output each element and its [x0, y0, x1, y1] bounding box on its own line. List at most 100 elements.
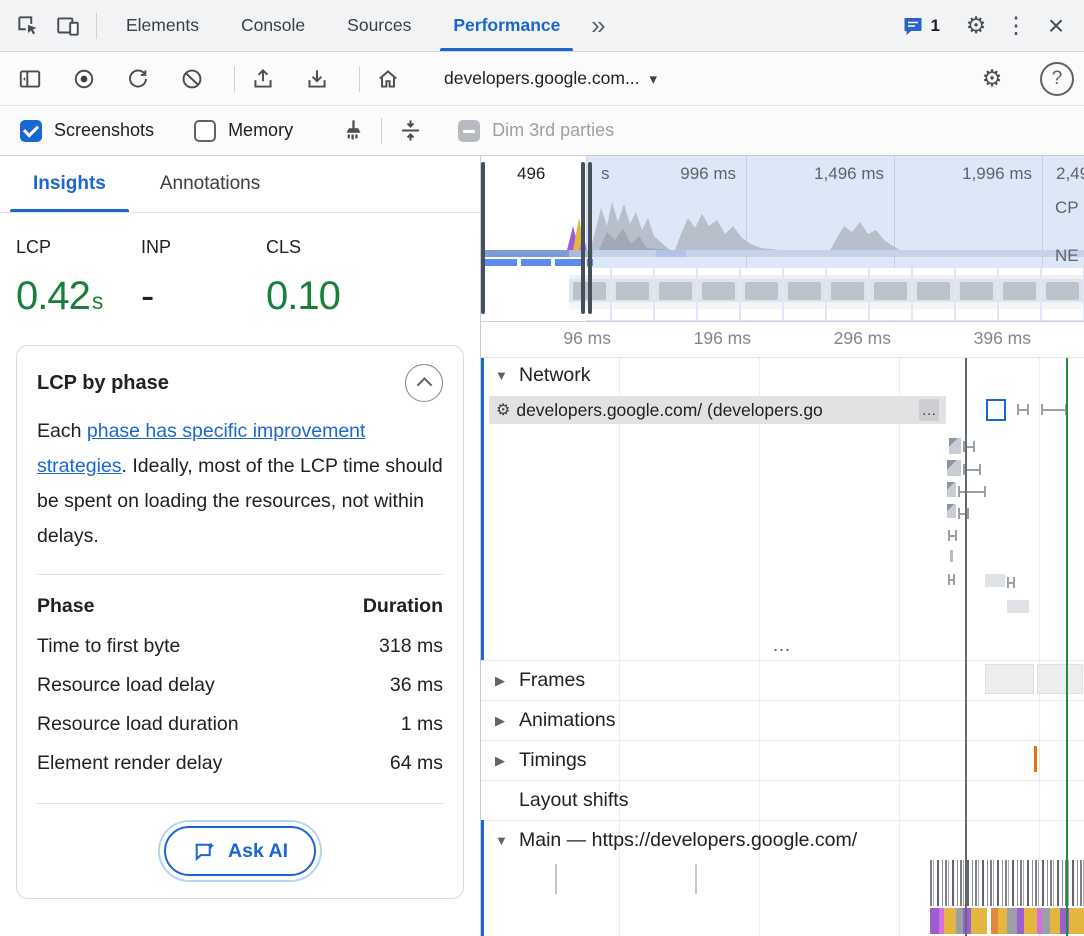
- filmstrip-thumb[interactable]: [956, 268, 997, 320]
- screenshots-checkbox[interactable]: [20, 120, 42, 142]
- upload-profile-icon[interactable]: [243, 59, 283, 99]
- filmstrip-thumb[interactable]: [741, 268, 782, 320]
- sidebar-tab-annotations[interactable]: Annotations: [133, 156, 287, 212]
- capture-settings-gear-icon[interactable]: ⚙: [972, 59, 1012, 99]
- filmstrip-thumb[interactable]: [612, 268, 653, 320]
- network-track-accent: [481, 358, 484, 660]
- triangle-down-icon: ▼: [495, 368, 509, 383]
- network-request-bar[interactable]: [1007, 577, 1015, 588]
- network-request-bar[interactable]: [950, 550, 953, 562]
- network-request-row: ⚙ developers.google.com/ (developers.go …: [481, 392, 1084, 428]
- more-tabs-icon[interactable]: »: [581, 6, 615, 46]
- track-layout[interactable]: Layout shifts: [481, 780, 1084, 820]
- track-animations[interactable]: ▶Animations: [481, 700, 1084, 740]
- settings-gear-icon[interactable]: ⚙: [956, 6, 996, 46]
- selection-right-handle[interactable]: [581, 162, 585, 314]
- network-request-bar[interactable]: [948, 574, 955, 585]
- track-resize-handle[interactable]: ⋯: [481, 640, 1084, 660]
- console-messages-button[interactable]: 1: [901, 14, 940, 38]
- phase-column-header: Phase: [37, 595, 94, 618]
- memory-checkbox[interactable]: [194, 120, 216, 142]
- metric-cls: CLS0.10: [266, 237, 391, 319]
- network-request-bar[interactable]: [949, 438, 961, 454]
- chevron-up-icon: [416, 377, 432, 393]
- kebab-menu-icon[interactable]: ⋮: [996, 6, 1036, 46]
- help-icon[interactable]: ?: [1040, 62, 1074, 96]
- main-activity-barcode[interactable]: [930, 860, 1084, 906]
- device-toolbar-icon[interactable]: [48, 6, 88, 46]
- performance-toolbar: developers.google.com... ▾ ⚙ ?: [0, 52, 1084, 106]
- flame-segment: [944, 908, 956, 934]
- close-icon[interactable]: ×: [1036, 6, 1076, 46]
- collapse-card-button[interactable]: [405, 364, 443, 402]
- network-request-bar[interactable]: [948, 530, 957, 541]
- timing-marker[interactable]: [1034, 746, 1037, 772]
- download-profile-icon[interactable]: [297, 59, 337, 99]
- network-request-bar[interactable]: [1007, 600, 1029, 613]
- tab-performance[interactable]: Performance: [432, 0, 581, 51]
- sidebar-tab-insights[interactable]: Insights: [6, 156, 133, 212]
- frame-thumbnail[interactable]: [1037, 664, 1083, 694]
- flame-segment: [1069, 908, 1084, 934]
- clear-icon[interactable]: [172, 59, 212, 99]
- page-select-dropdown[interactable]: developers.google.com... ▾: [444, 68, 657, 89]
- timeline-overview[interactable]: 496 s CP NE 996 ms1,496 ms1,996 ms2,49: [481, 156, 1084, 322]
- network-request-bar[interactable]: [1017, 404, 1029, 415]
- time-ruler: 96 ms196 ms296 ms396 ms: [481, 322, 1084, 358]
- card-description: Each phase has specific improvement stra…: [37, 414, 443, 554]
- filmstrip-thumb[interactable]: [870, 268, 911, 320]
- home-icon[interactable]: [368, 59, 408, 99]
- tab-sources[interactable]: Sources: [326, 0, 432, 51]
- network-request-bar[interactable]: [985, 574, 1005, 587]
- card-title: LCP by phase: [37, 372, 169, 395]
- selection-left-handle[interactable]: [481, 162, 485, 314]
- network-request-bar[interactable]: [947, 482, 956, 497]
- phase-table-rows: Time to first byte318 msResource load de…: [37, 627, 443, 783]
- track-main[interactable]: ▼Main — https://developers.google.com/: [481, 820, 1084, 860]
- track-network[interactable]: ▼ Network: [481, 358, 1084, 392]
- phase-duration: 1 ms: [401, 713, 443, 736]
- sidebar-tabs: InsightsAnnotations: [0, 156, 480, 213]
- filmstrip-thumb[interactable]: [1042, 268, 1083, 320]
- phase-duration: 64 ms: [390, 752, 443, 775]
- tab-elements[interactable]: Elements: [105, 0, 220, 51]
- selection-right-handle[interactable]: [588, 162, 592, 314]
- network-request[interactable]: ⚙ developers.google.com/ (developers.go …: [489, 396, 946, 424]
- filmstrip-thumb[interactable]: [827, 268, 868, 320]
- memory-label: Memory: [228, 120, 293, 141]
- collapse-tracks-icon[interactable]: [390, 111, 430, 151]
- record-button[interactable]: [64, 59, 104, 99]
- divider: [96, 13, 97, 39]
- filmstrip-thumb[interactable]: [999, 268, 1040, 320]
- flame-tick: [695, 864, 697, 894]
- network-request-bar[interactable]: [958, 486, 986, 497]
- filmstrip-thumb[interactable]: [913, 268, 954, 320]
- filmstrip-thumb[interactable]: [526, 268, 567, 320]
- divider: [381, 118, 382, 144]
- flame-segment: [1017, 908, 1024, 934]
- track-timings[interactable]: ▶Timings: [481, 740, 1084, 780]
- frame-thumbnail[interactable]: [985, 664, 1034, 694]
- toggle-sidebar-icon[interactable]: [10, 59, 50, 99]
- ask-ai-button[interactable]: Ask AI: [164, 826, 316, 876]
- network-request-bar[interactable]: [947, 460, 961, 476]
- inspect-element-icon[interactable]: [8, 6, 48, 46]
- record-reload-icon[interactable]: [118, 59, 158, 99]
- selected-request-bar[interactable]: [986, 399, 1006, 421]
- filmstrip-thumb[interactable]: [698, 268, 739, 320]
- track-label: Layout shifts: [519, 789, 628, 812]
- tab-console[interactable]: Console: [220, 0, 326, 51]
- filmstrip-thumb[interactable]: [655, 268, 696, 320]
- filmstrip-thumb[interactable]: [784, 268, 825, 320]
- phase-duration: 36 ms: [390, 674, 443, 697]
- insights-sidebar: InsightsAnnotations LCP0.42sINP-CLS0.10 …: [0, 156, 481, 936]
- metric-value: -: [141, 274, 266, 319]
- filmstrip-thumb[interactable]: [483, 268, 524, 320]
- collect-garbage-icon[interactable]: [333, 111, 373, 151]
- network-request-bar[interactable]: [1041, 404, 1067, 415]
- ask-ai-label: Ask AI: [228, 840, 288, 863]
- network-request-bar[interactable]: [947, 504, 956, 518]
- flame-color-strip[interactable]: [930, 908, 1084, 934]
- network-request-bar[interactable]: [958, 508, 969, 519]
- dim-third-parties-checkbox[interactable]: [458, 120, 480, 142]
